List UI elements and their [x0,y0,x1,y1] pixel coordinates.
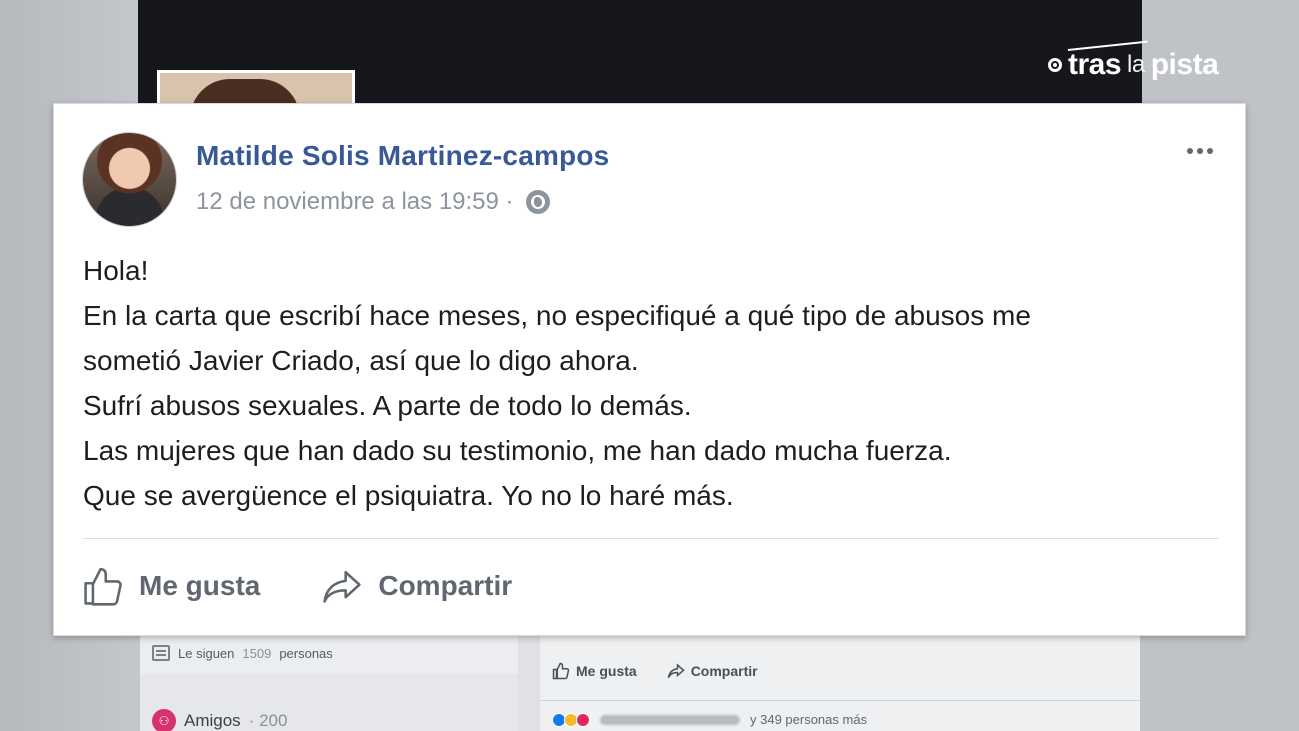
author-name[interactable]: Matilde Solis Martinez-campos [196,140,609,172]
friends-count: · 200 [248,711,288,730]
author-avatar[interactable] [82,132,177,227]
post-divider [83,538,1219,539]
reactions-count-text: y 349 personas más [750,712,868,727]
intro-panel: Le siguen 1509 personas ⚇ Amigos · 200 [140,632,518,731]
love-reaction-icon [576,712,590,727]
followers-icon [152,645,170,661]
post-line: Las mujeres que han dado su testimonio, … [83,435,952,466]
logo-word-tras: tras [1068,48,1122,81]
friends-icon: ⚇ [152,709,176,731]
post-line: Hola! [83,255,149,286]
logo-word-la: la [1127,51,1145,78]
friends-row[interactable]: ⚇ Amigos · 200 [140,700,518,731]
followers-suffix: personas [279,645,333,661]
like-label: Me gusta [139,570,261,601]
timestamp-text[interactable]: 12 de noviembre a las 19:59 · [196,188,514,216]
logo-word-pista: pista [1150,48,1219,81]
followers-count: 1509 [242,645,272,661]
background-post: Me gusta Compartir y 349 personas más [540,632,1140,731]
background-like-button[interactable]: Me gusta [552,662,637,680]
share-arrow-icon [667,663,685,679]
share-arrow-icon [323,570,362,603]
background-divider [540,700,1140,701]
more-options-icon[interactable] [1187,148,1213,154]
share-button[interactable]: Compartir [320,564,512,608]
logo-dot-icon [1048,58,1062,72]
post-line: En la carta que escribí hace meses, no e… [83,300,1031,331]
facebook-post-card: Matilde Solis Martinez-campos 12 de novi… [53,103,1246,636]
background-share-button[interactable]: Compartir [667,662,758,680]
post-line: Que se avergüence el psiquiatra. Yo no l… [83,480,734,511]
post-line: sometió Javier Criado, así que lo digo a… [83,345,639,376]
followers-row: Le siguen 1509 personas [140,632,518,674]
share-label: Compartir [378,570,513,601]
followers-label: Le siguen [178,645,235,661]
post-actions: Me gusta Compartir [81,564,512,608]
tras-la-pista-logo: tras la pista [1048,48,1219,82]
reactions-summary[interactable]: y 349 personas más [552,712,867,727]
post-body: Hola! En la carta que escribí hace meses… [83,248,1223,518]
post-line: Sufrí abusos sexuales. A parte de todo l… [83,390,692,421]
thumbs-up-icon [84,567,122,606]
thumbs-up-icon [552,662,570,680]
background-like-label: Me gusta [576,663,637,679]
background-share-label: Compartir [690,663,758,679]
globe-icon [525,190,550,214]
blurred-names [600,714,740,725]
like-button[interactable]: Me gusta [81,564,260,608]
background-post-actions: Me gusta Compartir [552,662,758,680]
post-timestamp[interactable]: 12 de noviembre a las 19:59 · [196,188,550,216]
friends-label[interactable]: Amigos [184,711,241,731]
